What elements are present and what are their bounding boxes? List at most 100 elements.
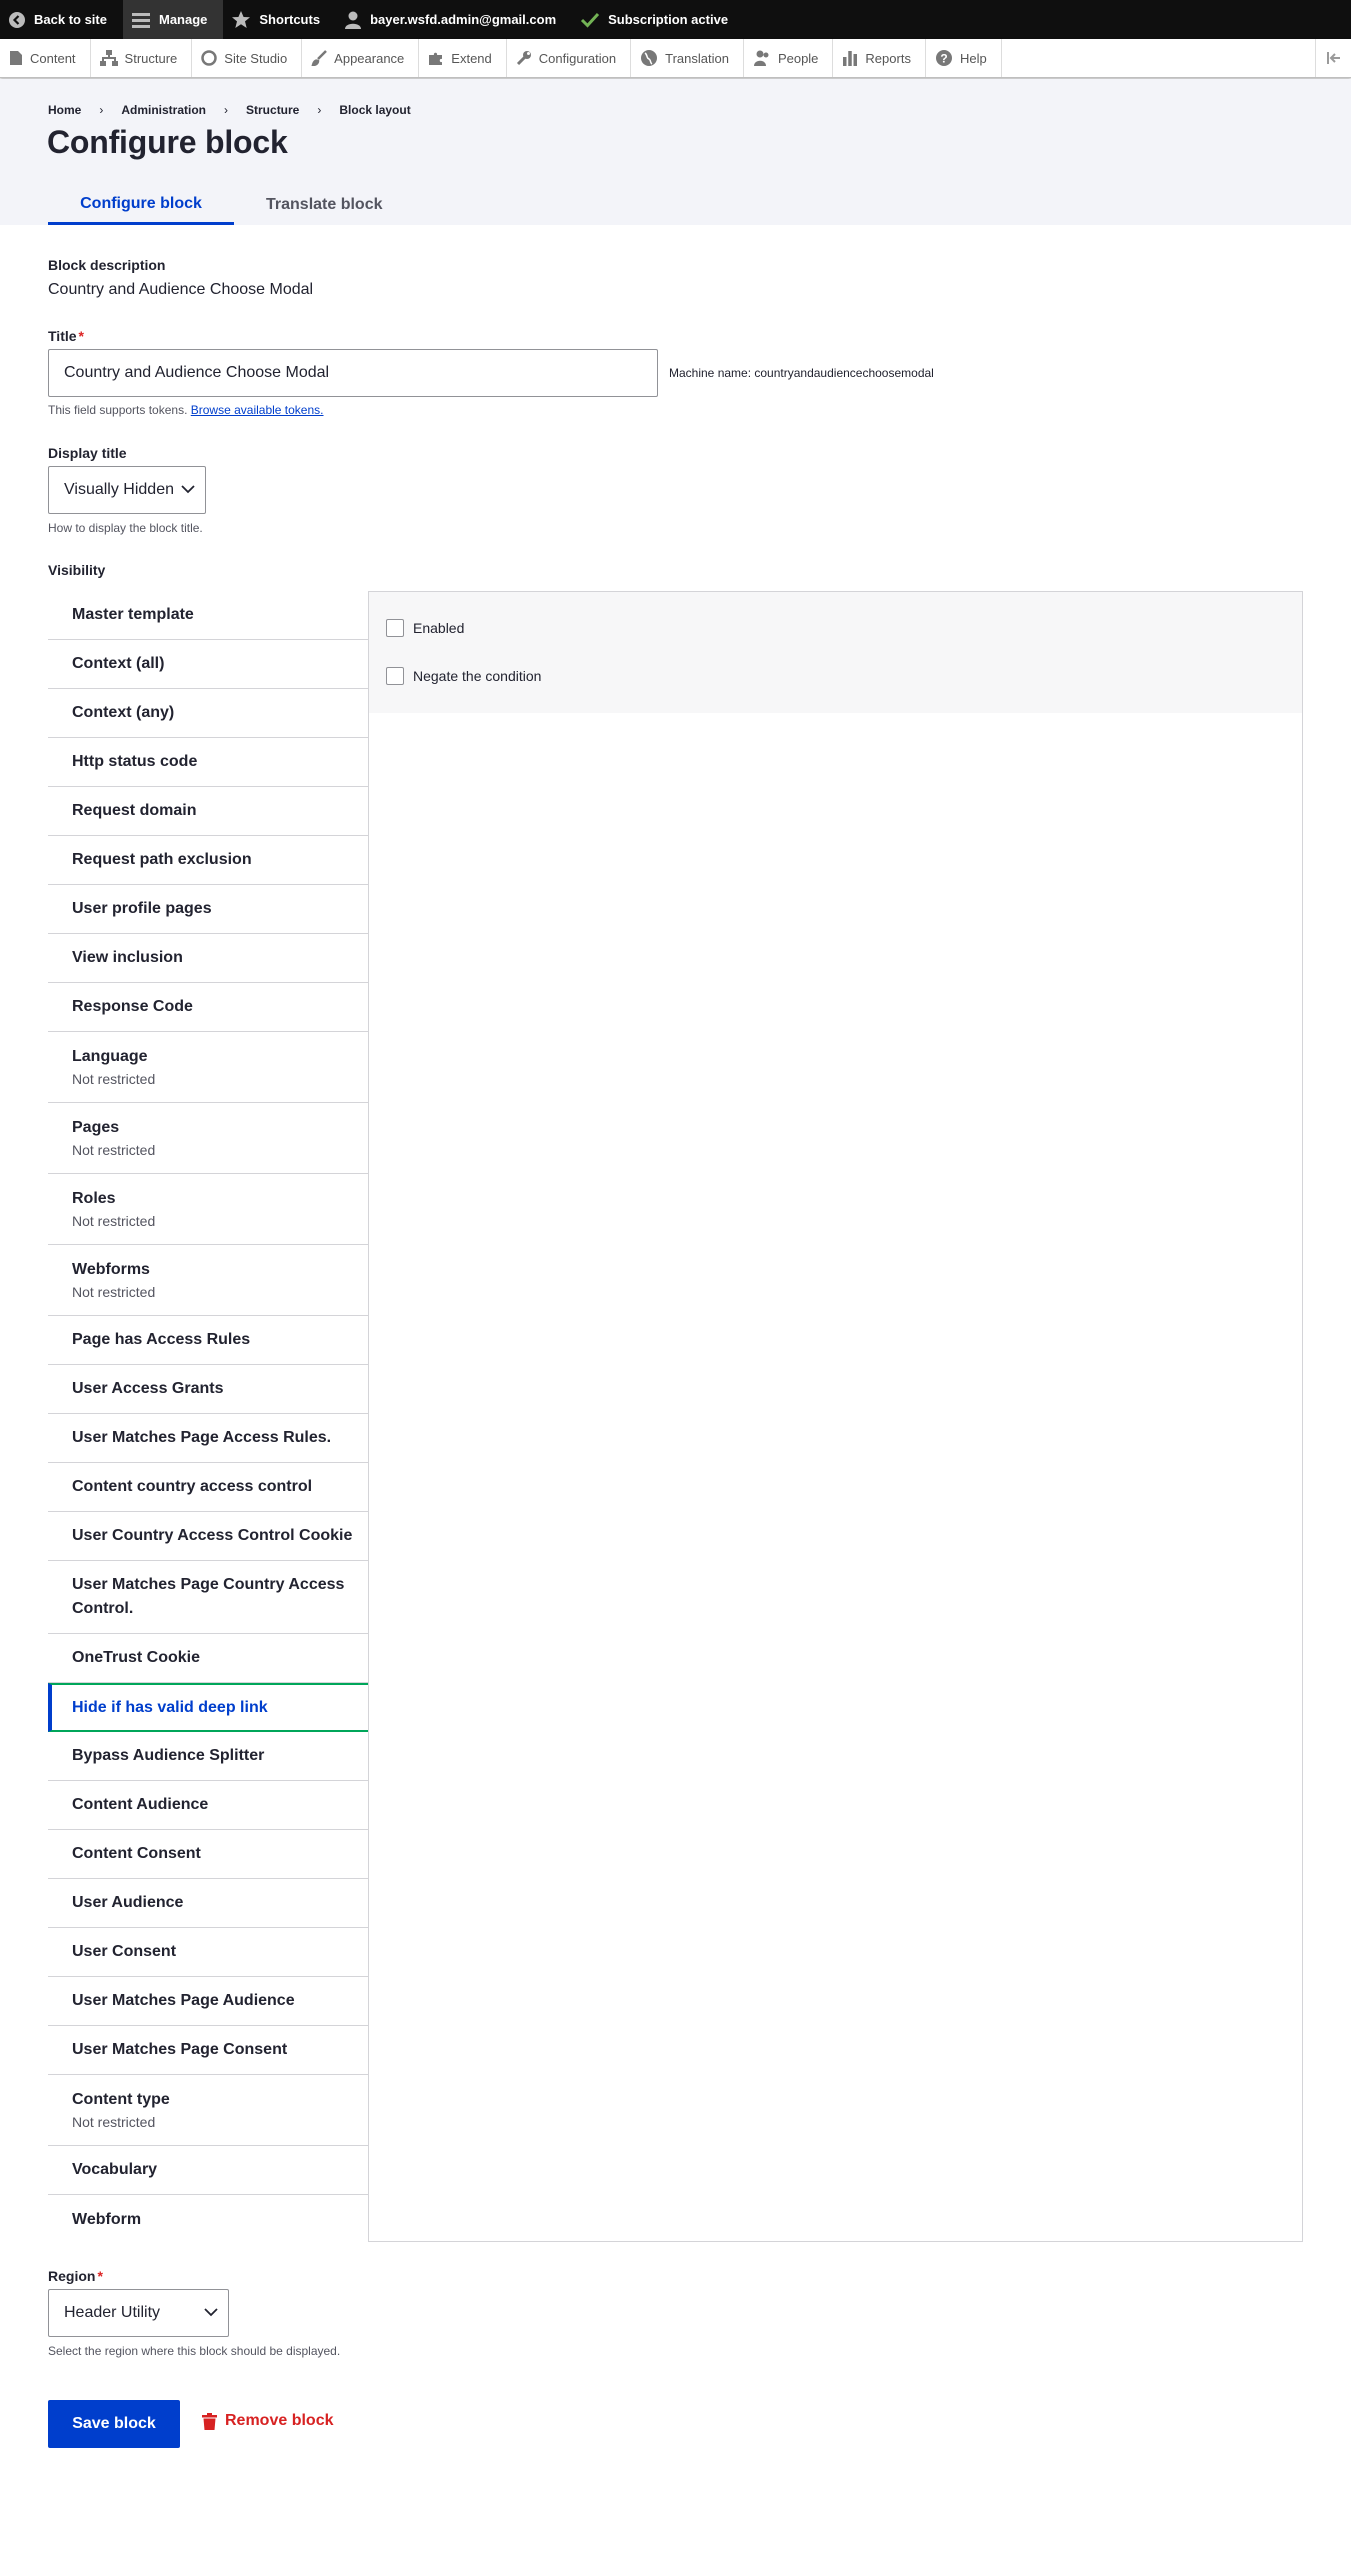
machine-name: Machine name: countryandaudiencechoosemo… xyxy=(669,366,934,380)
visibility-tab-user-audience[interactable]: User Audience xyxy=(48,1879,368,1928)
visibility-tab-context-any[interactable]: Context (any) xyxy=(48,689,368,738)
visibility-tab-user-access-grants[interactable]: User Access Grants xyxy=(48,1365,368,1414)
visibility-tab-user-profile-pages[interactable]: User profile pages xyxy=(48,885,368,934)
tray-item-label: Help xyxy=(959,50,987,66)
visibility-tab-bypass-audience-splitter[interactable]: Bypass Audience Splitter xyxy=(48,1732,368,1781)
sitemap-icon xyxy=(99,50,118,66)
visibility-tab-onetrust-cookie[interactable]: OneTrust Cookie xyxy=(48,1634,368,1683)
back-arrow-icon xyxy=(9,11,25,28)
breadcrumb-administration[interactable]: Administration xyxy=(121,103,206,117)
tray-item-appearance[interactable]: Appearance xyxy=(302,39,420,77)
display-title-select[interactable]: Visually Hidden xyxy=(48,466,206,514)
visibility-tab-title: Content Consent xyxy=(72,1845,201,1862)
page-title: Configure block xyxy=(47,124,288,160)
visibility-tab-summary: Not restricted xyxy=(72,1213,156,1229)
tray-item-label: Reports xyxy=(865,50,911,66)
remove-block-button[interactable]: Remove block xyxy=(202,2412,333,2430)
visibility-tab-master-template[interactable]: Master template xyxy=(48,591,368,640)
tray-item-structure[interactable]: Structure xyxy=(91,39,193,77)
visibility-tab-content-consent[interactable]: Content Consent xyxy=(48,1830,368,1879)
negate-checkbox[interactable] xyxy=(386,667,404,685)
visibility-tab-http-status-code[interactable]: Http status code xyxy=(48,738,368,787)
tray-item-reports[interactable]: Reports xyxy=(833,39,926,77)
visibility-tab-title: Content type xyxy=(72,2091,170,2108)
visibility-tab-title: User Country Access Control Cookie xyxy=(72,1527,353,1544)
visibility-tab-user-matches-page-consent[interactable]: User Matches Page Consent xyxy=(48,2026,368,2075)
subscription-status[interactable]: Subscription active xyxy=(572,0,744,39)
user-label: bayer.wsfd.admin@gmail.com xyxy=(370,12,557,27)
tray-item-label: People xyxy=(777,50,819,66)
back-to-site-link[interactable]: Back to site xyxy=(0,0,123,39)
negate-label: Negate the condition xyxy=(413,668,542,684)
tray-item-people[interactable]: People xyxy=(744,39,834,77)
visibility-tab-user-matches-page-country-access-control[interactable]: User Matches Page Country Access Control… xyxy=(48,1561,368,1634)
tray-item-label: Appearance xyxy=(334,50,405,66)
visibility-tab-hide-if-valid-deep-link[interactable]: Hide if has valid deep link xyxy=(48,1683,370,1732)
visibility-tab-request-path-exclusion[interactable]: Request path exclusion xyxy=(48,836,368,885)
help-icon: ? xyxy=(935,50,952,66)
enabled-label: Enabled xyxy=(413,620,465,636)
visibility-tab-title: User Matches Page Country Access Control… xyxy=(72,1576,345,1617)
visibility-tab-roles[interactable]: Roles Not restricted xyxy=(48,1174,368,1245)
title-input[interactable]: Country and Audience Choose Modal xyxy=(48,349,658,397)
tab-configure-block[interactable]: Configure block xyxy=(48,185,234,225)
breadcrumb-block-layout[interactable]: Block layout xyxy=(339,103,410,117)
visibility-tab-title: User Matches Page Access Rules. xyxy=(72,1429,332,1446)
visibility-tab-user-matches-page-audience[interactable]: User Matches Page Audience xyxy=(48,1977,368,2026)
visibility-tab-user-consent[interactable]: User Consent xyxy=(48,1928,368,1977)
people-icon xyxy=(753,50,769,66)
visibility-tab-user-country-access-control-cookie[interactable]: User Country Access Control Cookie xyxy=(48,1512,368,1561)
visibility-tab-content-audience[interactable]: Content Audience xyxy=(48,1781,368,1830)
visibility-tab-title: Response Code xyxy=(72,998,193,1015)
tray-orientation-toggle[interactable] xyxy=(1315,39,1351,77)
visibility-tab-vocabulary[interactable]: Vocabulary xyxy=(48,2146,368,2195)
visibility-tab-title: Master template xyxy=(72,606,194,623)
enabled-checkbox[interactable] xyxy=(386,619,404,637)
visibility-tab-webform[interactable]: Webform xyxy=(48,2195,368,2244)
visibility-tab-title: User Matches Page Consent xyxy=(72,2041,288,2058)
svg-text:?: ? xyxy=(940,52,947,66)
visibility-tabs-menu: Master template Context (all) Context (a… xyxy=(48,591,370,2244)
tray-item-help[interactable]: ? Help xyxy=(926,39,1002,77)
visibility-tab-language[interactable]: Language Not restricted xyxy=(48,1032,368,1103)
tray-item-site-studio[interactable]: Site Studio xyxy=(192,39,303,77)
visibility-tab-webforms[interactable]: Webforms Not restricted xyxy=(48,1245,368,1316)
visibility-tab-page-has-access-rules[interactable]: Page has Access Rules xyxy=(48,1316,368,1365)
tray-item-translation[interactable]: Translation xyxy=(631,39,744,77)
tray-item-label: Extend xyxy=(451,50,492,66)
tray-item-content[interactable]: Content xyxy=(0,39,91,77)
visibility-tab-content-type[interactable]: Content type Not restricted xyxy=(48,2075,368,2146)
visibility-tab-title: User Access Grants xyxy=(72,1380,224,1397)
visibility-tab-response-code[interactable]: Response Code xyxy=(48,983,368,1032)
visibility-tab-pages[interactable]: Pages Not restricted xyxy=(48,1103,368,1174)
negate-checkbox-row[interactable]: Negate the condition xyxy=(386,667,541,685)
breadcrumb-home[interactable]: Home xyxy=(48,103,81,117)
visibility-tab-title: Content country access control xyxy=(72,1478,313,1495)
shortcuts-tab[interactable]: Shortcuts xyxy=(223,0,336,39)
visibility-tab-context-all[interactable]: Context (all) xyxy=(48,640,368,689)
bar-chart-icon xyxy=(843,51,858,66)
display-title-value: Visually Hidden xyxy=(64,481,174,498)
manage-tab[interactable]: Manage xyxy=(122,0,224,39)
wrench-icon xyxy=(516,51,531,66)
region-label-text: Region xyxy=(48,2268,96,2284)
visibility-tab-user-matches-page-access-rules[interactable]: User Matches Page Access Rules. xyxy=(48,1414,368,1463)
visibility-tab-content-country-access-control[interactable]: Content country access control xyxy=(48,1463,368,1512)
browse-tokens-link[interactable]: Browse available tokens. xyxy=(191,403,324,417)
tray-item-label: Configuration xyxy=(538,50,617,66)
tray-item-configuration[interactable]: Configuration xyxy=(507,39,632,77)
block-description-label: Block description xyxy=(48,257,166,273)
tray-item-extend[interactable]: Extend xyxy=(419,39,507,77)
enabled-checkbox-row[interactable]: Enabled xyxy=(386,619,464,637)
visibility-tab-view-inclusion[interactable]: View inclusion xyxy=(48,934,368,983)
user-tab[interactable]: bayer.wsfd.admin@gmail.com xyxy=(336,0,572,39)
breadcrumb-structure[interactable]: Structure xyxy=(246,103,299,117)
visibility-tab-summary: Not restricted xyxy=(72,1071,156,1087)
region-select[interactable]: Header Utility xyxy=(48,2289,229,2337)
display-title-help: How to display the block title. xyxy=(48,521,203,535)
visibility-tab-request-domain[interactable]: Request domain xyxy=(48,787,368,836)
visibility-tab-title: Request domain xyxy=(72,802,197,819)
tab-translate-block[interactable]: Translate block xyxy=(234,185,415,225)
save-block-button[interactable]: Save block xyxy=(48,2400,180,2448)
title-label: Title * xyxy=(48,328,84,344)
